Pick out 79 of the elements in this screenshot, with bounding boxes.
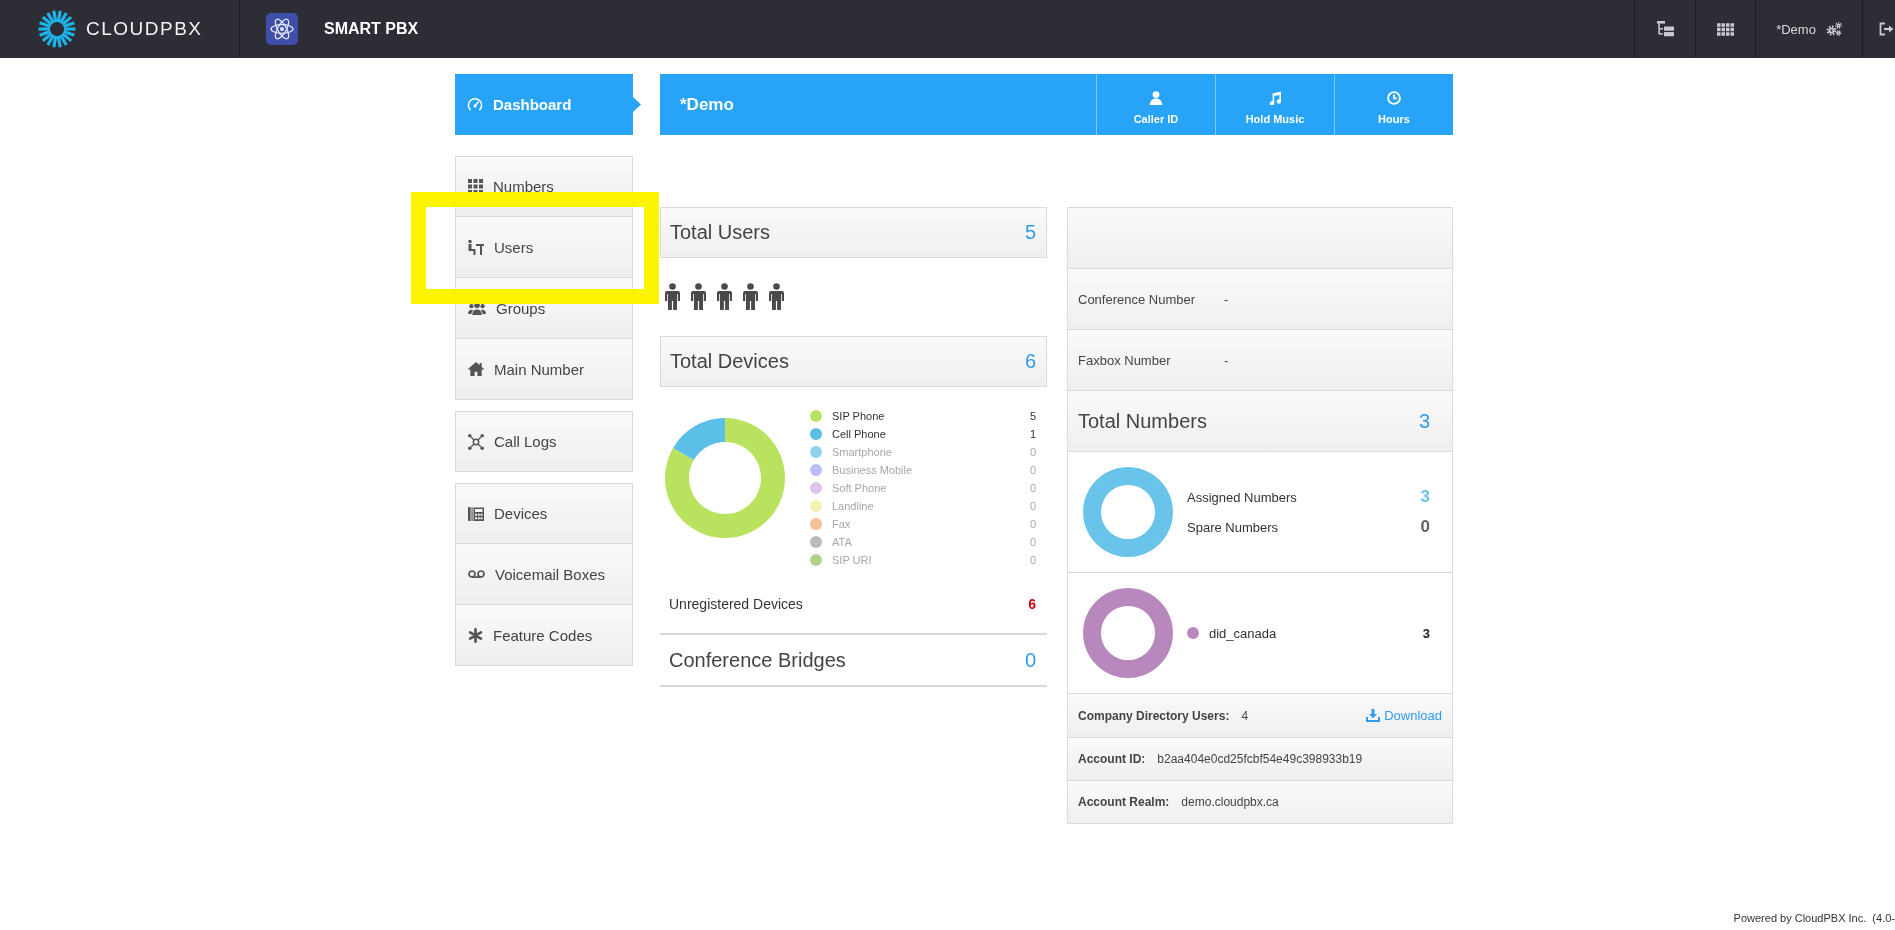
legend-label: SIP URI [832,554,873,566]
panel-count: 5 [1024,221,1036,244]
legend-count: 0 [1029,482,1036,494]
gears-icon [1825,22,1842,36]
unregistered-label: Unregistered Devices [669,595,803,614]
row-label: Account ID: [1078,752,1146,766]
legend-label: Spare Numbers [1187,519,1279,535]
row-label: Conference Number [1078,291,1197,307]
people-icon [468,301,486,315]
panel-count: 6 [1024,350,1036,373]
legend-count: 0 [1029,464,1036,476]
sidebar-item[interactable]: Call Logs [455,411,633,472]
hierarchy-icon[interactable] [1656,21,1674,37]
grid-icon [468,179,483,194]
row-label: Company Directory Users: [1078,708,1230,723]
panel-title: Total Numbers [1078,409,1207,433]
legend-label: Smartphone [832,446,893,458]
legend-count: 0 [1029,554,1036,566]
legend-label: SIP Phone [832,410,886,422]
legend-label: did_canada [1209,625,1277,641]
panel-count: 0 [1024,648,1036,672]
person-icon [664,283,681,310]
row-value: 4 [1241,708,1249,723]
legend-count: 0 [1420,517,1430,537]
sunburst-logo-icon [37,9,77,49]
row-label: Account Realm: [1078,795,1170,809]
user-icon [1149,90,1163,105]
atom-app-icon [266,13,298,45]
house-icon [468,362,484,376]
person-icon [690,283,707,310]
voicemail-icon [468,570,485,578]
person-icon [768,283,785,310]
panel-title: Total Users [670,221,771,244]
sidebar-item[interactable]: Users [455,217,633,278]
legend-count: 0 [1029,518,1036,530]
legend-label: Cell Phone [832,428,887,440]
person-icon [742,283,759,310]
fax-machine-icon [468,505,484,522]
legend-label: Assigned Numbers [1187,489,1297,505]
legend-count: 0 [1029,446,1036,458]
grid-icon[interactable] [1717,22,1734,36]
legend-count: 0 [1029,536,1036,548]
legend-count: 1 [1029,428,1036,440]
logo-text: CLOUDPBX [86,18,203,40]
panel-title: Total Devices [670,350,789,373]
panel-title: Conference Bridges [669,648,846,672]
asterisk-icon [468,627,483,643]
legend-count: 3 [1420,487,1430,507]
sidebar-item[interactable]: Feature Codes [455,605,633,666]
app-name: SMART PBX [324,20,419,38]
seated-person-icon [468,239,484,255]
row-label: Faxbox Number [1078,352,1172,368]
legend-label: Business Mobile [832,464,914,476]
sidebar-item[interactable]: Voicemail Boxes [455,544,633,605]
sidebar-item[interactable]: Main Number [455,339,633,400]
legend-label: ATA [832,536,853,548]
account-menu[interactable]: *Demo [1776,21,1842,37]
clock-icon [1387,90,1401,105]
sidebar-item[interactable]: Devices [455,483,633,544]
gauge-icon [467,96,483,113]
legend-label: Fax [832,518,852,530]
unregistered-count: 6 [1028,595,1036,614]
legend-label: Soft Phone [832,482,888,494]
footer-text: Powered by CloudPBX Inc. (4.0- [1733,912,1895,924]
row-value: demo.cloudpbx.ca [1181,795,1279,809]
row-value: - [1224,352,1229,368]
legend-count: 0 [1029,500,1036,512]
legend-count: 3 [1422,625,1430,641]
music-note-icon [1268,90,1282,105]
network-nodes-icon [468,433,484,450]
download-icon [1366,709,1381,722]
page-title: *Demo [679,94,734,115]
row-value: - [1224,291,1229,307]
row-value: b2aa404e0cd25fcbf54e49c398933b19 [1157,752,1363,766]
person-icon [716,283,733,310]
logout-icon[interactable] [1879,22,1894,36]
panel-count: 3 [1418,409,1430,433]
legend-label: Landline [832,500,875,512]
legend-count: 5 [1029,410,1036,422]
